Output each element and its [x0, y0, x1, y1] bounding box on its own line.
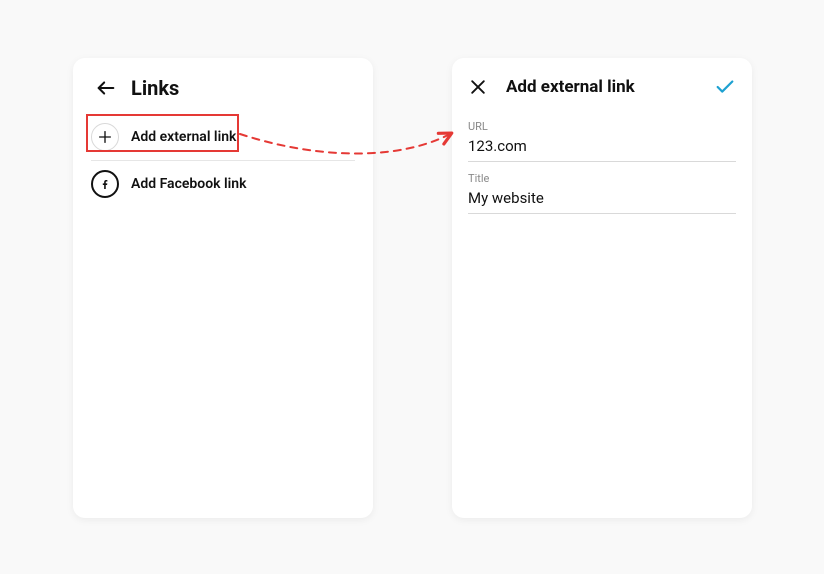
add-facebook-link-label: Add Facebook link: [131, 176, 246, 192]
add-link-title: Add external link: [506, 77, 714, 97]
title-field: Title: [468, 172, 736, 214]
links-header: Links: [73, 58, 373, 114]
add-facebook-link-row[interactable]: Add Facebook link: [73, 161, 373, 207]
back-arrow-icon[interactable]: [95, 77, 117, 99]
add-external-link-label: Add external link: [131, 129, 236, 145]
links-title: Links: [131, 76, 179, 100]
add-link-form: URL Title: [452, 108, 752, 214]
facebook-icon: [91, 170, 119, 198]
title-label: Title: [468, 172, 736, 185]
add-external-link-row[interactable]: Add external link: [73, 114, 373, 160]
url-field: URL: [468, 120, 736, 162]
title-input[interactable]: [468, 185, 736, 209]
plus-icon: [91, 123, 119, 151]
confirm-check-icon[interactable]: [714, 76, 736, 98]
url-label: URL: [468, 120, 736, 133]
links-panel: Links Add external link Add Facebook lin…: [73, 58, 373, 518]
add-link-header: Add external link: [452, 58, 752, 108]
add-external-link-panel: Add external link URL Title: [452, 58, 752, 518]
close-icon[interactable]: [468, 77, 488, 97]
url-input[interactable]: [468, 133, 736, 157]
